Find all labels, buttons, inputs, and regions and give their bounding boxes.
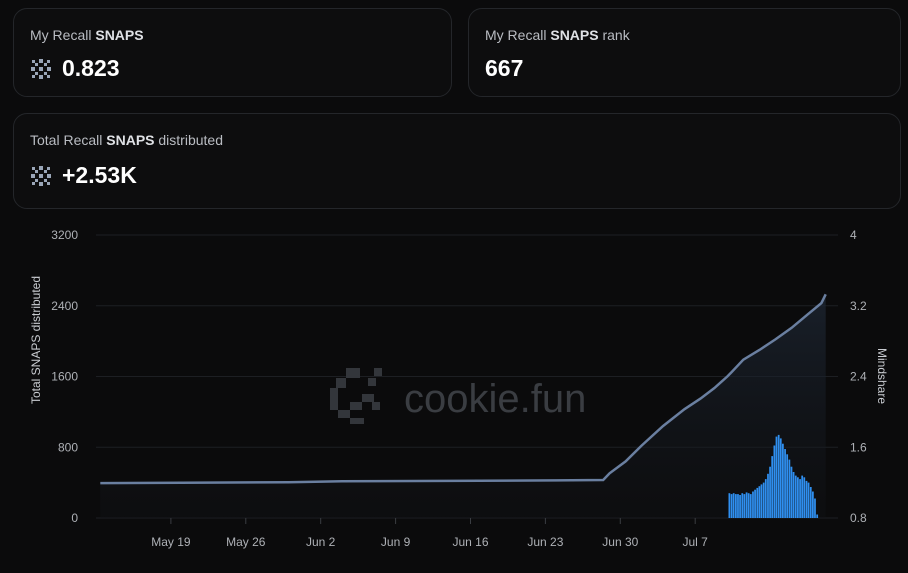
x-tick-label: Jun 2	[306, 535, 336, 549]
mindshare-bar	[797, 477, 799, 518]
my-snaps-value: 0.823	[62, 55, 120, 81]
my-snaps-rank-card: My Recall SNAPS rank 667	[468, 8, 901, 97]
x-tick-label: Jun 23	[527, 535, 563, 549]
mindshare-bar	[790, 466, 793, 518]
mindshare-bar	[739, 495, 741, 518]
total-snaps-value-row: +2.53K	[30, 162, 884, 189]
watermark-text: cookie.fun	[404, 377, 586, 421]
mindshare-bar	[747, 493, 750, 518]
mindshare-bar	[732, 493, 735, 518]
mindshare-bar	[741, 493, 744, 518]
mindshare-bar	[816, 514, 819, 518]
mindshare-bar	[745, 492, 748, 518]
snaps-icon	[31, 165, 51, 186]
my-snaps-value-row: 0.823	[30, 55, 435, 82]
y-right-tick-label: 2.4	[850, 370, 867, 384]
mindshare-bar	[764, 479, 767, 518]
my-snaps-card: My Recall SNAPS 0.823	[13, 8, 452, 97]
mindshare-bar	[794, 475, 797, 518]
mindshare-bar	[771, 456, 774, 518]
y-axis-left-title: Total SNAPS distributed	[29, 276, 43, 404]
total-snaps-value: +2.53K	[62, 162, 137, 188]
my-rank-value: 667	[485, 55, 524, 81]
mindshare-bar	[788, 459, 791, 518]
my-snaps-label: My Recall SNAPS	[30, 27, 144, 43]
mindshare-bar	[773, 445, 776, 518]
mindshare-bar	[807, 482, 810, 518]
mindshare-bar	[784, 449, 786, 518]
mindshare-bar	[809, 487, 812, 518]
y-axis-right-title: Mindshare	[875, 348, 889, 404]
x-tick-label: May 19	[151, 535, 191, 549]
mindshare-bar	[749, 494, 752, 518]
x-tick-label: Jun 9	[381, 535, 411, 549]
y-left-tick-label: 1600	[51, 370, 78, 384]
mindshare-bar	[743, 494, 746, 518]
y-right-tick-label: 3.2	[850, 299, 867, 313]
mindshare-bar	[737, 494, 739, 518]
mindshare-bar	[777, 434, 780, 518]
mindshare-bar	[728, 493, 731, 518]
mindshare-bar	[786, 454, 789, 518]
mindshare-bar	[769, 466, 771, 518]
y-left-tick-label: 800	[58, 440, 78, 454]
mindshare-bar	[758, 486, 761, 518]
mindshare-bar	[775, 436, 778, 518]
mindshare-bar	[812, 491, 814, 518]
mindshare-bar	[752, 491, 754, 518]
mindshare-bar	[792, 472, 795, 518]
mindshare-bar	[814, 498, 816, 518]
mindshare-bar	[801, 475, 804, 518]
y-left-tick-label: 0	[71, 511, 78, 525]
mindshare-bar	[735, 494, 737, 518]
y-right-tick-label: 4	[850, 228, 857, 242]
y-left-tick-label: 2400	[51, 299, 78, 313]
total-snaps-label: Total Recall SNAPS distributed	[30, 132, 223, 148]
snaps-chart: cookie.fun 3200 2400 1600 800 0 4 3.2 2.4 1.6 0.…	[29, 228, 889, 549]
y-right-tick-label: 0.8	[850, 511, 867, 525]
mindshare-bar	[754, 489, 756, 518]
mindshare-bar	[760, 484, 763, 518]
mindshare-bar	[803, 477, 806, 518]
mindshare-bar	[767, 473, 769, 518]
x-tick-label: Jul 7	[683, 535, 709, 549]
mindshare-bar	[805, 480, 808, 518]
y-left-tick-label: 3200	[51, 228, 78, 242]
x-tick-label: Jun 30	[602, 535, 638, 549]
mindshare-bar	[762, 482, 765, 518]
x-tick-label: Jun 16	[452, 535, 488, 549]
mindshare-bar	[756, 487, 759, 518]
snaps-icon	[31, 58, 51, 79]
y-right-tick-label: 1.6	[850, 440, 867, 454]
mindshare-bar	[799, 479, 801, 518]
my-rank-label: My Recall SNAPS rank	[485, 27, 630, 43]
mindshare-bar	[782, 443, 784, 518]
total-snaps-card: Total Recall SNAPS distributed +2.53K	[13, 113, 901, 209]
x-tick-label: May 26	[226, 535, 266, 549]
mindshare-bar	[779, 438, 782, 518]
mindshare-bar	[730, 494, 733, 518]
